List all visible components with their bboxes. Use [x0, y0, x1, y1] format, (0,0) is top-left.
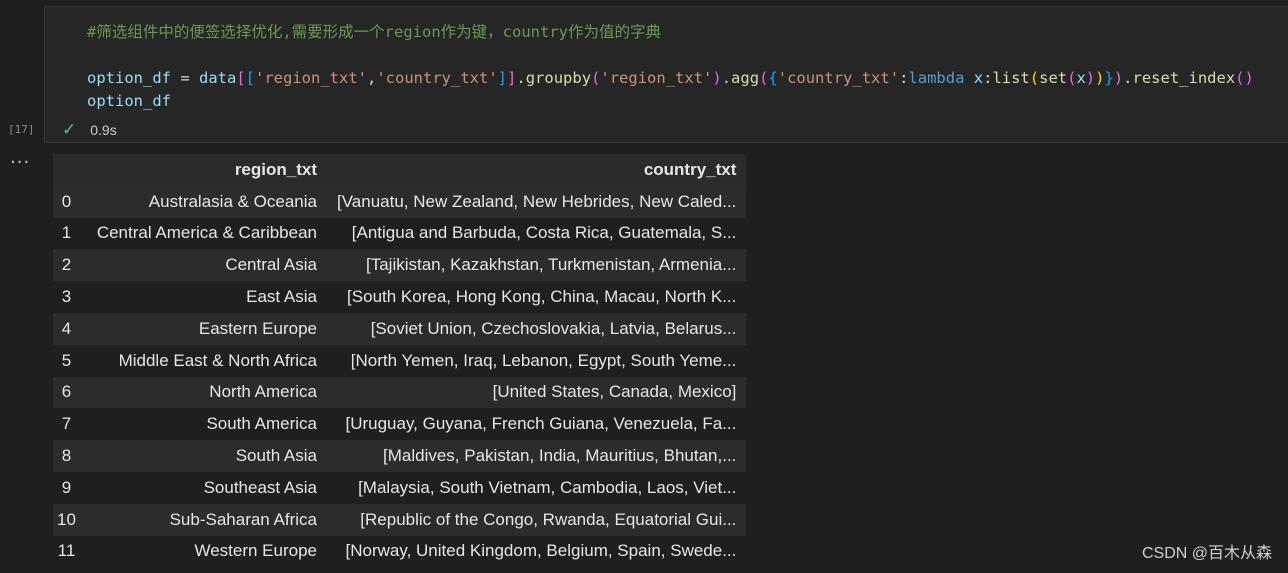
region-cell: Sub-Saharan Africa: [169, 509, 317, 529]
table-header-row: region_txt country_txt: [53, 154, 747, 186]
table-row: 5 Middle East & North Africa [North Yeme…: [53, 344, 747, 377]
country-cell: [Antigua and Barbuda, Costa Rica, Guatem…: [351, 223, 737, 243]
country-cell: [Tajikistan, Kazakhstan, Turkmenistan, A…: [366, 255, 737, 275]
region-cell: Western Europe: [194, 541, 317, 561]
table-row: 7 South America [Uruguay, Guyana, French…: [53, 408, 747, 441]
row-index: 4: [61, 318, 72, 338]
region-cell: East Asia: [246, 287, 317, 307]
code-line-1: option_df = data[['region_txt','country_…: [87, 69, 1254, 87]
row-index: 10: [57, 509, 76, 529]
execution-count: [17]: [8, 123, 35, 136]
column-header-region: region_txt: [80, 154, 327, 186]
row-index: 9: [61, 477, 72, 497]
code-comment: #筛选组件中的便签选择优化,需要形成一个region作为键，country作为值…: [87, 23, 661, 41]
table-row: 11 Western Europe [Norway, United Kingdo…: [53, 535, 747, 568]
table-row: 4 Eastern Europe [Soviet Union, Czechosl…: [53, 312, 747, 345]
execution-time: 0.9s: [90, 122, 117, 138]
country-cell: [Norway, United Kingdom, Belgium, Spain,…: [345, 541, 737, 561]
row-index: 11: [57, 541, 76, 561]
country-cell: [Soviet Union, Czechoslovakia, Latvia, B…: [370, 318, 737, 338]
row-index: 7: [61, 414, 72, 434]
region-cell: Central Asia: [225, 255, 317, 275]
row-index: 0: [61, 191, 72, 211]
table-row: 1 Central America & Caribbean [Antigua a…: [53, 217, 747, 250]
code-editor[interactable]: #筛选组件中的便签选择优化,需要形成一个region作为键，country作为值…: [87, 21, 1254, 113]
table-row: 8 South Asia [Maldives, Pakistan, India,…: [53, 440, 747, 472]
table-row: 9 Southeast Asia [Malaysia, South Vietna…: [53, 471, 747, 504]
dataframe-output: region_txt country_txt 0 Australasia & O…: [53, 154, 747, 568]
country-cell: [North Yemen, Iraq, Lebanon, Egypt, Sout…: [350, 350, 737, 370]
country-cell: [Maldives, Pakistan, India, Mauritius, B…: [383, 446, 737, 466]
region-cell: Middle East & North Africa: [118, 350, 317, 370]
region-cell: Australasia & Oceania: [148, 191, 317, 211]
column-header-country: country_txt: [327, 154, 747, 186]
country-cell: [Vanuatu, New Zealand, New Hebrides, New…: [337, 191, 737, 211]
region-cell: Central America & Caribbean: [96, 223, 317, 243]
table-row: 6 North America [United States, Canada, …: [53, 376, 747, 409]
country-cell: [United States, Canada, Mexico]: [492, 382, 737, 402]
table-row: 10 Sub-Saharan Africa [Republic of the C…: [53, 503, 747, 536]
region-cell: Southeast Asia: [203, 477, 317, 497]
index-header: [53, 154, 80, 186]
row-index: 2: [61, 255, 72, 275]
table-row: 3 East Asia [South Korea, Hong Kong, Chi…: [53, 281, 747, 313]
region-cell: South America: [206, 414, 317, 434]
row-index: 1: [61, 223, 72, 243]
country-cell: [South Korea, Hong Kong, China, Macau, N…: [347, 287, 737, 307]
table-row: 0 Australasia & Oceania [Vanuatu, New Ze…: [53, 185, 747, 218]
row-index: 6: [61, 382, 72, 402]
country-cell: [Republic of the Congo, Rwanda, Equatori…: [360, 509, 737, 529]
row-index: 3: [61, 287, 72, 307]
region-cell: South Asia: [235, 446, 317, 466]
row-index: 5: [61, 350, 72, 370]
country-cell: [Uruguay, Guyana, French Guiana, Venezue…: [345, 414, 737, 434]
region-cell: Eastern Europe: [198, 318, 317, 338]
code-cell[interactable]: #筛选组件中的便签选择优化,需要形成一个region作为键，country作为值…: [44, 6, 1288, 143]
execution-status: ✓ 0.9s: [62, 120, 117, 140]
table-row: 2 Central Asia [Tajikistan, Kazakhstan, …: [53, 249, 747, 282]
region-cell: North America: [209, 382, 317, 402]
output-more-actions-icon[interactable]: ···: [10, 152, 30, 173]
check-icon: ✓: [62, 120, 77, 139]
watermark: CSDN @百木从森: [1141, 545, 1272, 562]
row-index: 8: [61, 446, 72, 466]
code-line-2: option_df: [87, 92, 171, 110]
country-cell: [Malaysia, South Vietnam, Cambodia, Laos…: [358, 477, 737, 497]
